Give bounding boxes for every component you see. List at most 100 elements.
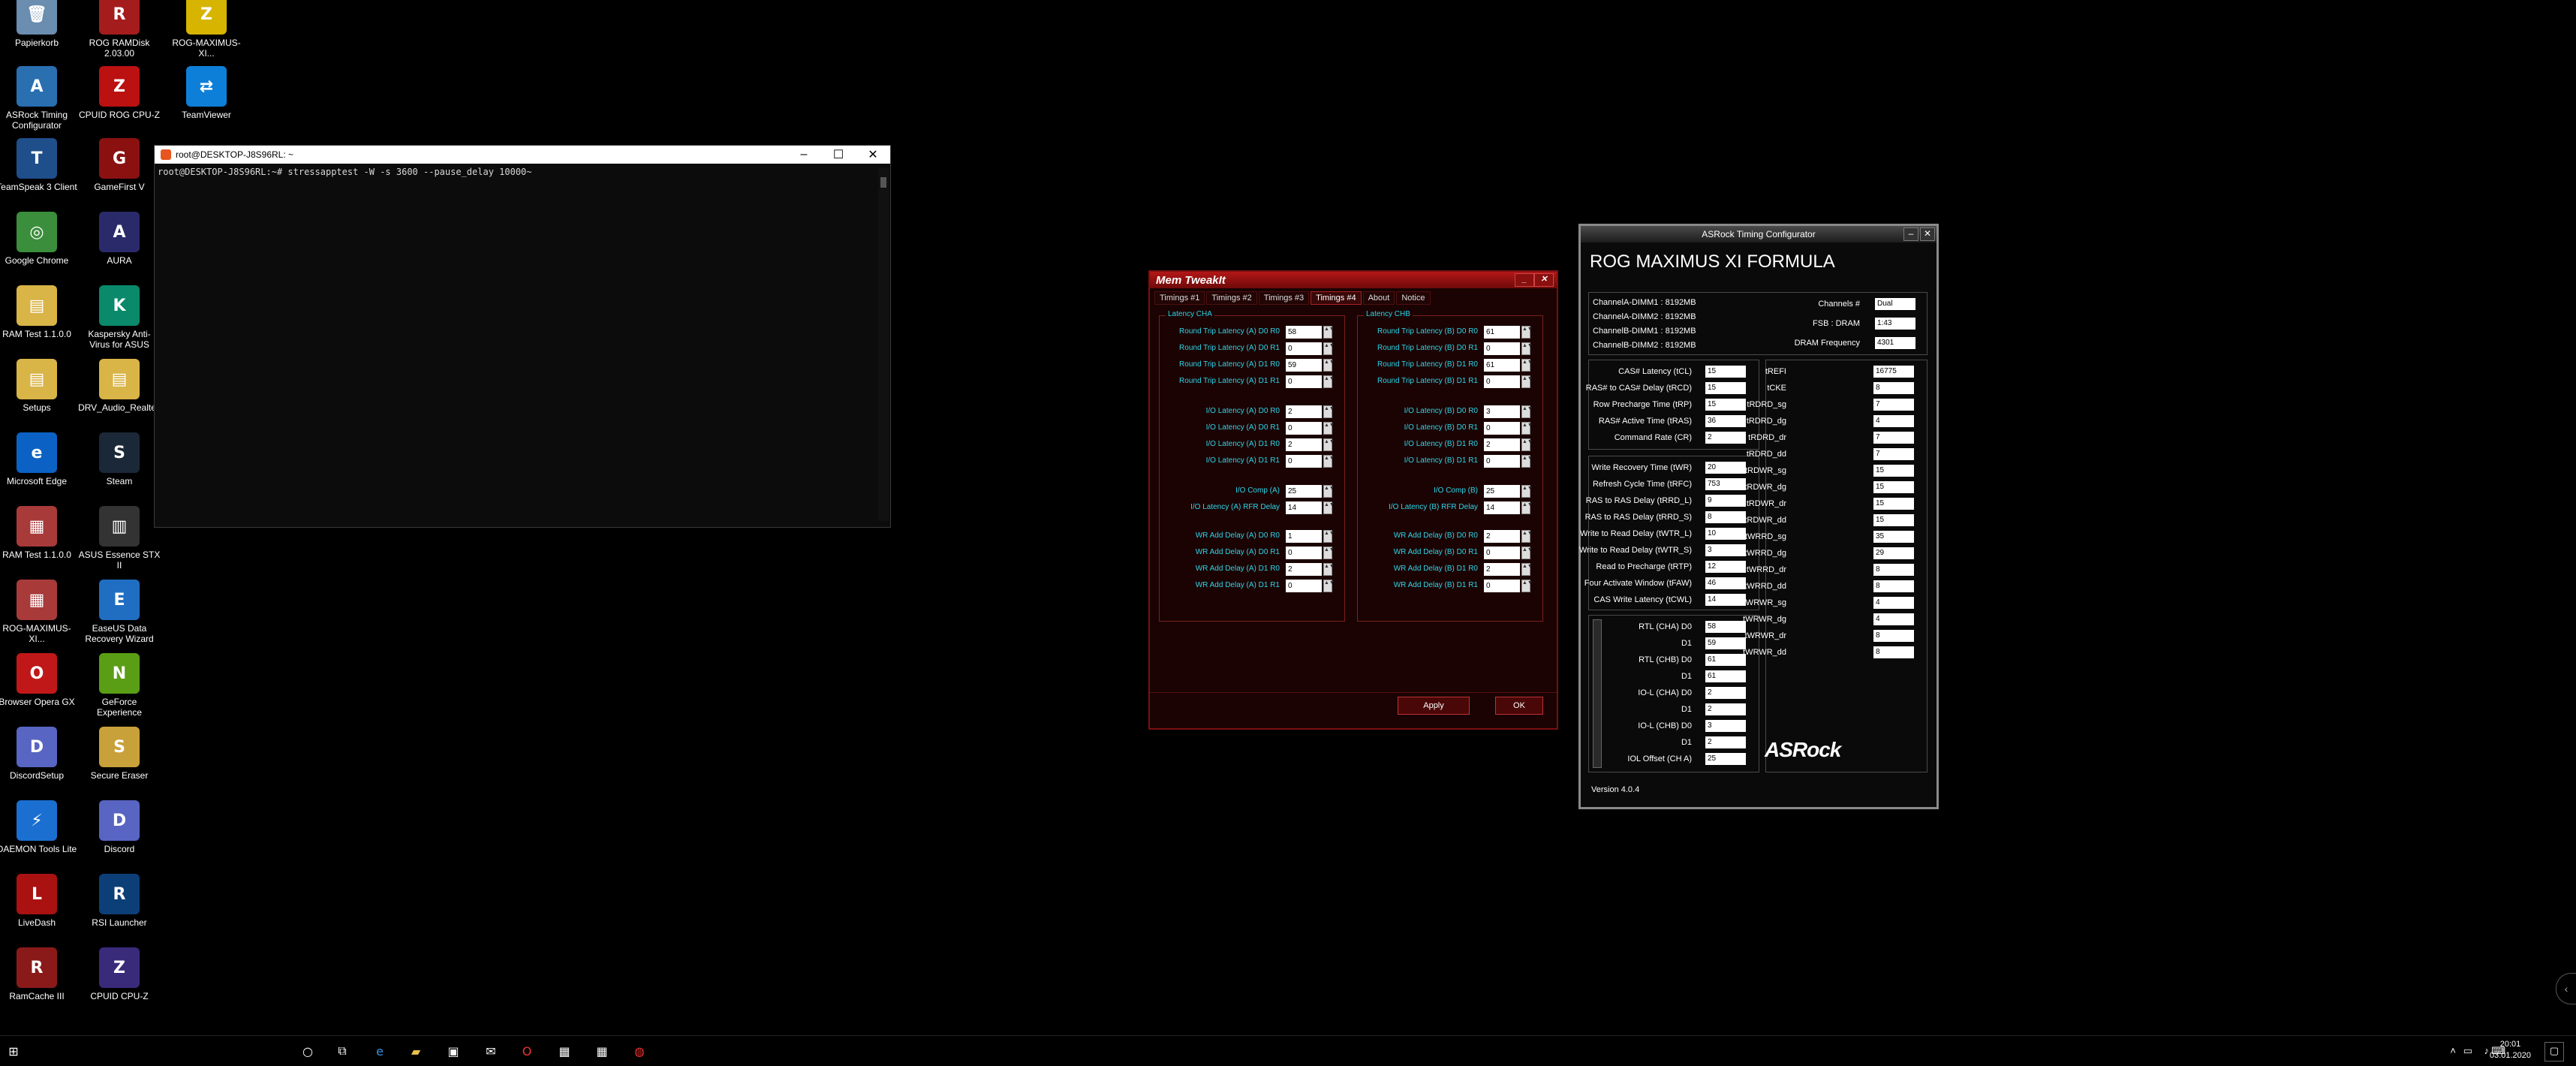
timing-value-input[interactable]: 59 [1286, 359, 1322, 372]
latency-input[interactable]: 2 [1705, 703, 1746, 715]
minimize-button[interactable]: _ [1515, 273, 1534, 287]
spinner-arrows-icon[interactable]: ▲▼ [1323, 438, 1335, 451]
spinner-arrows-icon[interactable]: ▲▼ [1521, 547, 1533, 559]
timing-value-input[interactable]: 0 [1286, 422, 1322, 435]
info-value-input[interactable]: Dual [1875, 298, 1915, 310]
desktop-icon[interactable]: ▦ RAM Test 1.1.0.0 [0, 506, 78, 560]
advanced-timing-input[interactable]: 8 [1873, 382, 1914, 394]
spinner-arrows-icon[interactable]: ▲▼ [1323, 485, 1335, 498]
latency-input[interactable]: 61 [1705, 670, 1746, 682]
apply-button[interactable]: Apply [1398, 697, 1470, 715]
desktop-icon[interactable]: R RSI Launcher [78, 874, 161, 928]
timing-value-input[interactable]: 2 [1484, 438, 1520, 451]
timing-value-input[interactable]: 0 [1484, 422, 1520, 435]
secondary-timing-input[interactable]: 14 [1705, 594, 1746, 606]
terminal-titlebar[interactable]: root@DESKTOP-J8S96RL: ~ – ☐ ✕ [155, 146, 890, 164]
tab-notice[interactable]: Notice [1396, 291, 1431, 305]
advanced-timing-input[interactable]: 7 [1873, 432, 1914, 444]
advanced-timing-input[interactable]: 8 [1873, 564, 1914, 576]
timing-value-input[interactable]: 0 [1286, 455, 1322, 468]
spinner-arrows-icon[interactable]: ▲▼ [1521, 438, 1533, 451]
timing-value-input[interactable]: 25 [1484, 485, 1520, 498]
desktop-icon[interactable]: T TeamSpeak 3 Client [0, 138, 78, 192]
primary-timing-input[interactable]: 2 [1705, 432, 1746, 444]
timing-value-input[interactable]: 0 [1484, 342, 1520, 355]
latency-input[interactable]: 25 [1705, 753, 1746, 765]
desktop-icon[interactable]: Z CPUID CPU-Z [78, 947, 161, 1001]
spinner-arrows-icon[interactable]: ▲▼ [1323, 580, 1335, 592]
info-value-input[interactable]: 1:43 [1875, 318, 1915, 330]
desktop-icon[interactable]: ▤ Setups [0, 359, 78, 413]
latency-scrollbar[interactable] [1593, 619, 1602, 768]
desktop-icon[interactable]: O Browser Opera GX [0, 653, 78, 707]
timing-value-input[interactable]: 0 [1286, 342, 1322, 355]
maximize-button[interactable]: ☐ [821, 146, 856, 164]
timing-value-input[interactable]: 61 [1484, 359, 1520, 372]
secondary-timing-input[interactable]: 9 [1705, 495, 1746, 507]
advanced-timing-input[interactable]: 16775 [1873, 366, 1914, 378]
spinner-arrows-icon[interactable]: ▲▼ [1521, 405, 1533, 418]
spinner-arrows-icon[interactable]: ▲▼ [1521, 485, 1533, 498]
desktop-icon[interactable]: ▤ DRV_Audio_Realtek [78, 359, 161, 413]
primary-timing-input[interactable]: 15 [1705, 382, 1746, 394]
app-icon[interactable]: ▦ [591, 1040, 612, 1061]
timing-value-input[interactable]: 2 [1286, 438, 1322, 451]
rog-icon[interactable]: ◍ [629, 1040, 650, 1061]
tab-timings-1[interactable]: Timings #1 [1154, 291, 1205, 305]
timing-value-input[interactable]: 2 [1286, 405, 1322, 418]
spinner-arrows-icon[interactable]: ▲▼ [1323, 501, 1335, 514]
timing-value-input[interactable]: 0 [1286, 547, 1322, 559]
store-icon[interactable]: ▣ [443, 1040, 464, 1061]
desktop-icon[interactable]: Z ROG-MAXIMUS-XI... [165, 0, 248, 59]
close-button[interactable]: ✕ [1920, 227, 1935, 241]
spinner-arrows-icon[interactable]: ▲▼ [1521, 563, 1533, 576]
spinner-arrows-icon[interactable]: ▲▼ [1323, 530, 1335, 543]
spinner-arrows-icon[interactable]: ▲▼ [1521, 359, 1533, 372]
advanced-timing-input[interactable]: 4 [1873, 597, 1914, 609]
latency-input[interactable]: 58 [1705, 621, 1746, 633]
desktop-icon[interactable]: S Secure Eraser [78, 727, 161, 781]
spinner-arrows-icon[interactable]: ▲▼ [1323, 563, 1335, 576]
mem-titlebar[interactable]: Mem TweakIt _ ✕ [1150, 272, 1557, 288]
close-button[interactable]: ✕ [1534, 273, 1554, 287]
desktop-icon[interactable]: D DiscordSetup [0, 727, 78, 781]
asrock-timing-window[interactable]: ASRock Timing Configurator – ✕ ROG MAXIM… [1578, 224, 1939, 809]
desktop-icon[interactable]: A AURA [78, 212, 161, 266]
spinner-arrows-icon[interactable]: ▲▼ [1521, 375, 1533, 388]
secondary-timing-input[interactable]: 8 [1705, 511, 1746, 523]
spinner-arrows-icon[interactable]: ▲▼ [1323, 359, 1335, 372]
timing-value-input[interactable]: 58 [1286, 326, 1322, 339]
advanced-timing-input[interactable]: 7 [1873, 399, 1914, 411]
tray-chevron-icon[interactable]: ˄ [2450, 1045, 2456, 1056]
spinner-arrows-icon[interactable]: ▲▼ [1521, 501, 1533, 514]
spinner-arrows-icon[interactable]: ▲▼ [1323, 455, 1335, 468]
desktop-icon[interactable]: K Kaspersky Anti-Virus for ASUS [78, 285, 161, 350]
latency-input[interactable]: 61 [1705, 654, 1746, 666]
desktop-icon[interactable]: G GameFirst V [78, 138, 161, 192]
mem-tweakit-window[interactable]: Mem TweakIt _ ✕ Timings #1 Timings #2 Timi… [1148, 270, 1558, 730]
latency-input[interactable]: 2 [1705, 687, 1746, 699]
desktop-icon[interactable]: e Microsoft Edge [0, 432, 78, 486]
edge-icon[interactable]: e [369, 1040, 390, 1061]
desktop-icon[interactable]: S Steam [78, 432, 161, 486]
desktop-icon[interactable]: ⚡ DAEMON Tools Lite [0, 800, 78, 854]
secondary-timing-input[interactable]: 753 [1705, 478, 1746, 490]
info-value-input[interactable]: 4301 [1875, 337, 1915, 349]
latency-input[interactable]: 2 [1705, 736, 1746, 748]
spinner-arrows-icon[interactable]: ▲▼ [1323, 375, 1335, 388]
spinner-arrows-icon[interactable]: ▲▼ [1521, 580, 1533, 592]
advanced-timing-input[interactable]: 15 [1873, 514, 1914, 526]
scroll-thumb[interactable] [880, 177, 886, 188]
network-icon[interactable]: ▭ [2463, 1045, 2472, 1057]
desktop-icon[interactable]: ⇄ TeamViewer [165, 66, 248, 120]
secondary-timing-input[interactable]: 46 [1705, 577, 1746, 589]
advanced-timing-input[interactable]: 29 [1873, 547, 1914, 559]
timing-value-input[interactable]: 25 [1286, 485, 1322, 498]
timing-value-input[interactable]: 0 [1484, 547, 1520, 559]
timing-value-input[interactable]: 0 [1286, 375, 1322, 388]
cortana-icon[interactable]: ○ [297, 1040, 318, 1061]
mail-icon[interactable]: ✉ [480, 1040, 501, 1061]
ok-button[interactable]: OK [1495, 697, 1543, 715]
side-expand-button[interactable]: ‹ [2556, 973, 2576, 1004]
latency-input[interactable]: 59 [1705, 637, 1746, 649]
